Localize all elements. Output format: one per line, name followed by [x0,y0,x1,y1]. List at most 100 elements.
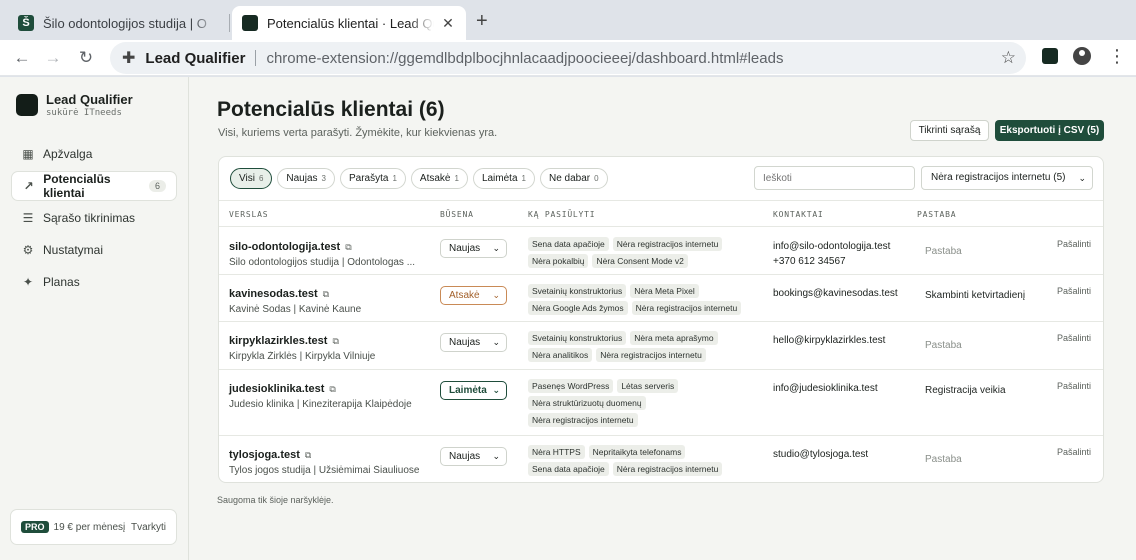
sidebar-item-leads[interactable]: ↗ Potencialūs klientai 6 [11,171,177,201]
plan-card: PRO 19 € per mėnesį Tvarkyti [10,509,177,545]
lead-domain[interactable]: silo-odontologija.test ⧉ [229,241,352,253]
status-select[interactable]: Naujas ⌄ [440,333,507,352]
filter-chip-won[interactable]: Laimėta 1 [472,168,535,189]
status-value: Naujas [449,337,481,348]
remove-button[interactable]: Pašalinti [1057,286,1091,296]
storage-footnote: Saugoma tik šioje naršyklėje. [217,495,334,505]
status-value: Laimėta [449,385,487,396]
status-value: Atsakė [449,290,480,301]
table-row: tylosjoga.test ⧉ Tylos jogos studija | Užs… [219,436,1103,482]
chip-count: 6 [258,174,264,183]
sidebar-item-overview[interactable]: ▦ Apžvalga [11,139,177,169]
contact-email[interactable]: bookings@kavinesodas.test [773,286,898,301]
external-link-icon[interactable]: ⧉ [329,384,335,394]
contact-email[interactable]: hello@kirpyklazirkles.test [773,333,885,348]
profile-icon[interactable] [1073,47,1091,65]
chip-label: Laimėta [481,173,518,184]
issue-tag: Nėra Meta Pixel [630,284,699,298]
close-tab-icon[interactable]: ✕ [440,15,456,32]
business-name: Tylos jogos studija | Užsiėmimai Šiauliu… [229,465,420,476]
contact-info: info@judesioklinika.test [773,381,878,396]
note-field[interactable]: Pastaba [925,340,962,351]
issue-tag: Nėra pokalbių [528,254,589,268]
bookmark-star-icon[interactable]: ☆ [1001,48,1016,68]
status-select[interactable]: Naujas ⌄ [440,447,507,466]
table-row: judesioklinika.test ⧉ Judesio klinika | Ki… [219,370,1103,436]
sidebar-item-list-check[interactable]: ☰ Sąrašo tikrinimas [11,203,177,233]
remove-button[interactable]: Pašalinti [1057,239,1091,249]
lead-domain[interactable]: tylosjoga.test ⧉ [229,449,311,461]
status-value: Naujas [449,243,481,254]
note-field[interactable]: Skambinti ketvirtadienį [925,290,1025,301]
page-subtitle: Visi, kuriems verta parašyti. Žymėkite, … [218,127,498,139]
browser-tab[interactable]: Š Šilo odontologijos studija | O [8,6,228,40]
lead-domain[interactable]: kirpyklazirkles.test ⧉ [229,335,339,347]
offer-tags: Sena data apačioje Nėra registracijos int… [528,237,758,271]
contact-info: studio@tylosjoga.test [773,447,868,462]
brand: Lead Qualifier sukūrė ITneeds [16,92,133,118]
issue-tag: Nėra registracijos internetu [612,237,723,251]
status-select[interactable]: Naujas ⌄ [440,239,507,258]
external-link-icon[interactable]: ⧉ [305,450,311,460]
chip-count: 1 [454,174,459,183]
status-select[interactable]: Atsakė ⌄ [440,286,507,305]
browser-tab-active[interactable]: Potencialūs klientai · Lead Qualifier ✕ [232,6,466,40]
site-favicon-icon: Š [18,15,34,31]
sidebar-item-settings[interactable]: ⚙ Nustatymai [11,235,177,265]
address-bar[interactable]: ✚ Lead Qualifier chrome-extension://ggem… [110,42,1026,74]
forward-icon[interactable]: → [42,47,64,69]
contact-email[interactable]: info@judesioklinika.test [773,381,878,396]
new-tab-button[interactable]: + [476,10,488,33]
external-link-icon[interactable]: ⧉ [332,336,338,346]
note-field[interactable]: Registracija veikia [925,385,1006,396]
remove-button[interactable]: Pašalinti [1057,381,1091,391]
url-text[interactable]: chrome-extension://ggemdlbdplbocjhnlacaa… [266,50,783,67]
note-field[interactable]: Pastaba [925,246,962,257]
filter-chip-not-now[interactable]: Ne dabar 0 [539,168,608,189]
chevron-down-icon: ⌄ [492,337,500,347]
remove-button[interactable]: Pašalinti [1057,333,1091,343]
external-link-icon[interactable]: ⧉ [323,289,329,299]
back-icon[interactable]: ← [11,47,33,69]
domain-text: silo-odontologija.test [229,241,341,253]
issue-tag: Nepritaikyta telefonams [588,445,686,459]
lead-domain[interactable]: judesioklinika.test ⧉ [229,383,336,395]
chip-count: 1 [392,174,397,183]
filter-chip-written[interactable]: Parašyta 1 [339,168,406,189]
contact-phone[interactable]: +370 612 34567 [773,254,890,269]
domain-text: kirpyklazirkles.test [229,335,328,347]
issue-tag: Svetainių konstruktorius [528,284,627,298]
filter-chip-new[interactable]: Naujas 3 [277,168,335,189]
manage-plan-link[interactable]: Tvarkyti [131,522,166,533]
contact-email[interactable]: info@silo-odontologija.test [773,239,890,254]
issue-filter-select[interactable]: Nėra registracijos internetu (5) ⌄ [921,166,1093,190]
external-link-icon[interactable]: ⧉ [345,242,351,252]
sidebar-item-plan[interactable]: ✦ Planas [11,267,177,297]
lead-domain[interactable]: kavinesodas.test ⧉ [229,288,329,300]
filter-chip-replied[interactable]: Atsakė 1 [410,168,468,189]
issue-tag: Nėra meta aprašymo [630,331,718,345]
remove-button[interactable]: Pašalinti [1057,447,1091,457]
export-csv-button[interactable]: Eksportuoti į CSV (5) [995,120,1104,141]
issue-tag: Pasenęs WordPress [528,379,614,393]
issue-tag: Sena data apačioje [528,462,609,476]
tab-strip: Š Šilo odontologijos studija | O Potenci… [0,0,1136,40]
column-header: PASTABA [917,210,957,219]
table-row: silo-odontologija.test ⧉ Šilo odontologijo… [219,228,1103,275]
note-field[interactable]: Pastaba [925,454,962,465]
extension-icon[interactable] [1042,48,1058,64]
sidebar-item-label: Planas [43,275,80,289]
kebab-menu-icon[interactable]: ⋮ [1108,46,1126,67]
sidebar-item-label: Nustatymai [43,243,104,257]
reload-icon[interactable]: ↻ [75,47,97,69]
contact-email[interactable]: studio@tylosjoga.test [773,447,868,462]
site-label: Lead Qualifier [145,49,246,67]
column-header: KONTAKTAI [773,210,824,219]
filter-chip-all[interactable]: Visi 6 [230,168,273,189]
chevron-down-icon: ⌄ [1078,173,1086,183]
check-list-button[interactable]: Tikrinti sąrašą [910,120,989,141]
status-select[interactable]: Laimėta ⌄ [440,381,507,400]
offer-tags: Svetainių konstruktorius Nėra meta aprašy… [528,331,758,365]
business-name: Kirpykla Žirklės | Kirpykla Vilniuje [229,351,376,362]
search-input[interactable] [754,166,915,190]
